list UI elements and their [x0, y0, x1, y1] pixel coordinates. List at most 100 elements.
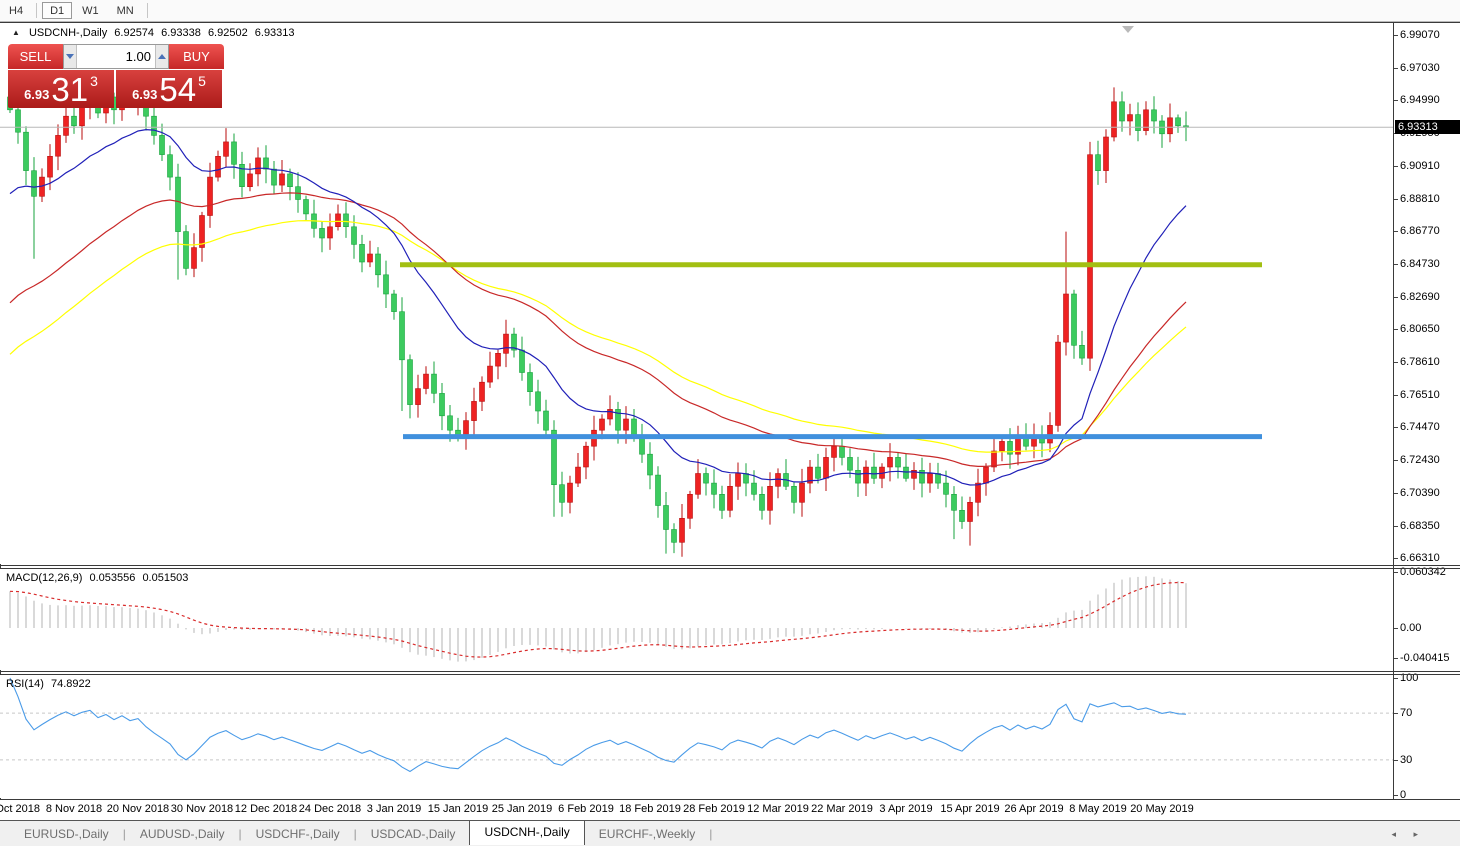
price-axis-label: 6.94990	[1400, 94, 1440, 107]
symbol-period-label: USDCNH-,Daily	[28, 27, 108, 39]
toolbar-separator	[146, 3, 148, 18]
volume-decrease-button[interactable]	[64, 45, 78, 68]
tab-usdcad-daily[interactable]: USDCAD-,Daily	[357, 824, 470, 844]
price-axis-tick	[1394, 35, 1398, 36]
price-axis-tick	[1394, 558, 1398, 560]
tab-eurusd-daily[interactable]: EURUSD-,Daily	[10, 824, 123, 844]
tab-audusd-daily[interactable]: AUDUSD-,Daily	[126, 824, 239, 844]
tab-eurchf-weekly[interactable]: EURCHF-,Weekly	[585, 824, 709, 844]
volume-increase-button[interactable]	[154, 45, 169, 68]
price-axis-tick	[1394, 329, 1398, 331]
sell-price-point: 3	[90, 73, 98, 89]
rsi-axis-label: 30	[1400, 753, 1413, 766]
mt4-window: { "toolbar": { "timeframes": [ {"label":…	[0, 0, 1460, 846]
sell-price-display[interactable]: 6.93 31 3	[8, 70, 114, 108]
price-axis-tick	[1394, 362, 1398, 363]
ohlc-open: 6.92574	[114, 27, 155, 39]
price-axis-label: 6.66310	[1400, 552, 1440, 565]
tab-scroll-right-icon[interactable]: ▸	[1413, 829, 1418, 840]
ohlc-low: 6.92502	[207, 27, 248, 39]
macd-plot[interactable]	[0, 569, 1393, 670]
rsi-value: 74.8922	[50, 678, 91, 690]
timeframe-button-mn[interactable]: MN	[109, 2, 142, 19]
price-axis-tick	[1394, 231, 1398, 233]
price-axis-tick	[1394, 525, 1398, 527]
tab-usdcnh-daily[interactable]: USDCNH-,Daily	[469, 819, 585, 845]
price-axis-label: 6.70390	[1400, 486, 1440, 499]
panel-separator[interactable]	[0, 565, 1460, 566]
main-chart[interactable]: ▲ USDCNH-,Daily 6.92574 6.93338 6.92502 …	[0, 23, 1393, 564]
price-axis-label: 6.88810	[1400, 192, 1440, 205]
rsi-axis-label: 70	[1400, 707, 1413, 720]
panel-separator[interactable]	[0, 671, 1460, 672]
buy-price-display[interactable]: 6.93 54 5	[116, 70, 222, 108]
current-price-box: 6.93313	[1395, 120, 1460, 134]
volume-control	[63, 44, 169, 69]
sell-button[interactable]: SELL	[8, 44, 63, 69]
macd-axis-tick	[1394, 658, 1398, 659]
macd-axis-label: 0.00	[1400, 622, 1422, 634]
rsi-label: RSI(14) 74.8922	[6, 678, 95, 690]
volume-input[interactable]	[77, 45, 155, 68]
date-axis-label: 20 May 2019	[1130, 803, 1194, 815]
price-axis-tick	[1394, 394, 1398, 396]
rsi-axis-tick	[1394, 795, 1398, 796]
macd-label: MACD(12,26,9) 0.053556 0.051503	[6, 572, 192, 584]
chart-tab-bar: EURUSD-,Daily | AUDUSD-,Daily | USDCHF-,Dail…	[0, 819, 1460, 846]
ohlc-close: 6.93313	[254, 27, 295, 39]
timeframe-button-d1[interactable]: D1	[42, 2, 73, 19]
macd-axis-tick	[1394, 628, 1398, 629]
date-axis[interactable]: 29 Oct 20188 Nov 201820 Nov 201830 Nov 2…	[0, 800, 1460, 819]
price-axis-label: 6.84730	[1400, 257, 1440, 270]
macd-name: MACD(12,26,9)	[6, 572, 83, 584]
macd-panel[interactable]: MACD(12,26,9) 0.053556 0.051503	[0, 569, 1393, 670]
buy-price-prefix: 6.93	[132, 87, 158, 102]
rsi-axis-tick	[1394, 678, 1398, 679]
price-axis-label: 6.90910	[1400, 159, 1440, 172]
price-axis-label: 6.99070	[1400, 29, 1440, 41]
price-axis[interactable]: 6.990706.970306.949906.929506.909106.888…	[1394, 23, 1460, 801]
tab-usdchf-daily[interactable]: USDCHF-,Daily	[242, 824, 354, 844]
rsi-axis-tick	[1394, 759, 1398, 761]
timeframe-toolbar: H4 D1 W1 MN	[0, 0, 1460, 22]
one-click-trading-panel: SELL BUY 6.93313 6.93545	[8, 44, 224, 108]
chevron-down-icon	[66, 54, 75, 59]
rsi-plot[interactable]	[0, 675, 1393, 798]
collapse-panel-icon[interactable]: ▲	[12, 28, 20, 37]
buy-price-point: 5	[198, 73, 206, 89]
price-axis-label: 6.78610	[1400, 356, 1440, 368]
price-axis-tick	[1394, 296, 1398, 298]
price-axis-tick	[1394, 100, 1398, 102]
price-axis-label: 6.97030	[1400, 61, 1440, 74]
rsi-panel[interactable]: RSI(14) 74.8922	[0, 675, 1393, 798]
tab-separator: |	[709, 826, 713, 841]
price-axis-tick	[1394, 263, 1398, 265]
rsi-name: RSI(14)	[6, 678, 44, 690]
price-axis-tick	[1394, 198, 1398, 200]
tab-scroll-left-icon[interactable]: ◂	[1391, 829, 1396, 840]
ohlc-high: 6.93338	[161, 27, 201, 39]
chart-shift-icon[interactable]	[1122, 26, 1134, 33]
rsi-axis-tick	[1394, 713, 1398, 715]
macd-value-signal: 0.051503	[142, 572, 189, 584]
price-axis-tick	[1394, 492, 1398, 494]
price-axis-tick	[1394, 460, 1398, 462]
price-axis-tick	[1394, 427, 1398, 429]
price-axis-label: 6.68350	[1400, 519, 1440, 532]
price-axis-label: 6.82690	[1400, 290, 1440, 303]
buy-price-pips: 54	[159, 71, 197, 108]
chart-title: ▲ USDCNH-,Daily 6.92574 6.93338 6.92502 …	[12, 27, 299, 39]
price-axis-tick	[1394, 165, 1398, 167]
price-axis-label: 6.76510	[1400, 388, 1440, 401]
timeframe-button-w1[interactable]: W1	[74, 2, 107, 19]
macd-axis-tick	[1394, 572, 1398, 573]
price-axis-label: 6.72430	[1400, 454, 1440, 467]
buy-button[interactable]: BUY	[169, 44, 224, 69]
price-axis-label: 6.86770	[1400, 225, 1440, 238]
toolbar-separator	[36, 3, 38, 18]
timeframe-button-h4[interactable]: H4	[1, 2, 31, 19]
sell-price-prefix: 6.93	[24, 87, 50, 102]
sell-price-pips: 31	[51, 71, 89, 108]
price-axis-label: 6.80650	[1400, 323, 1440, 336]
macd-axis-label: -0.040415	[1400, 652, 1450, 664]
